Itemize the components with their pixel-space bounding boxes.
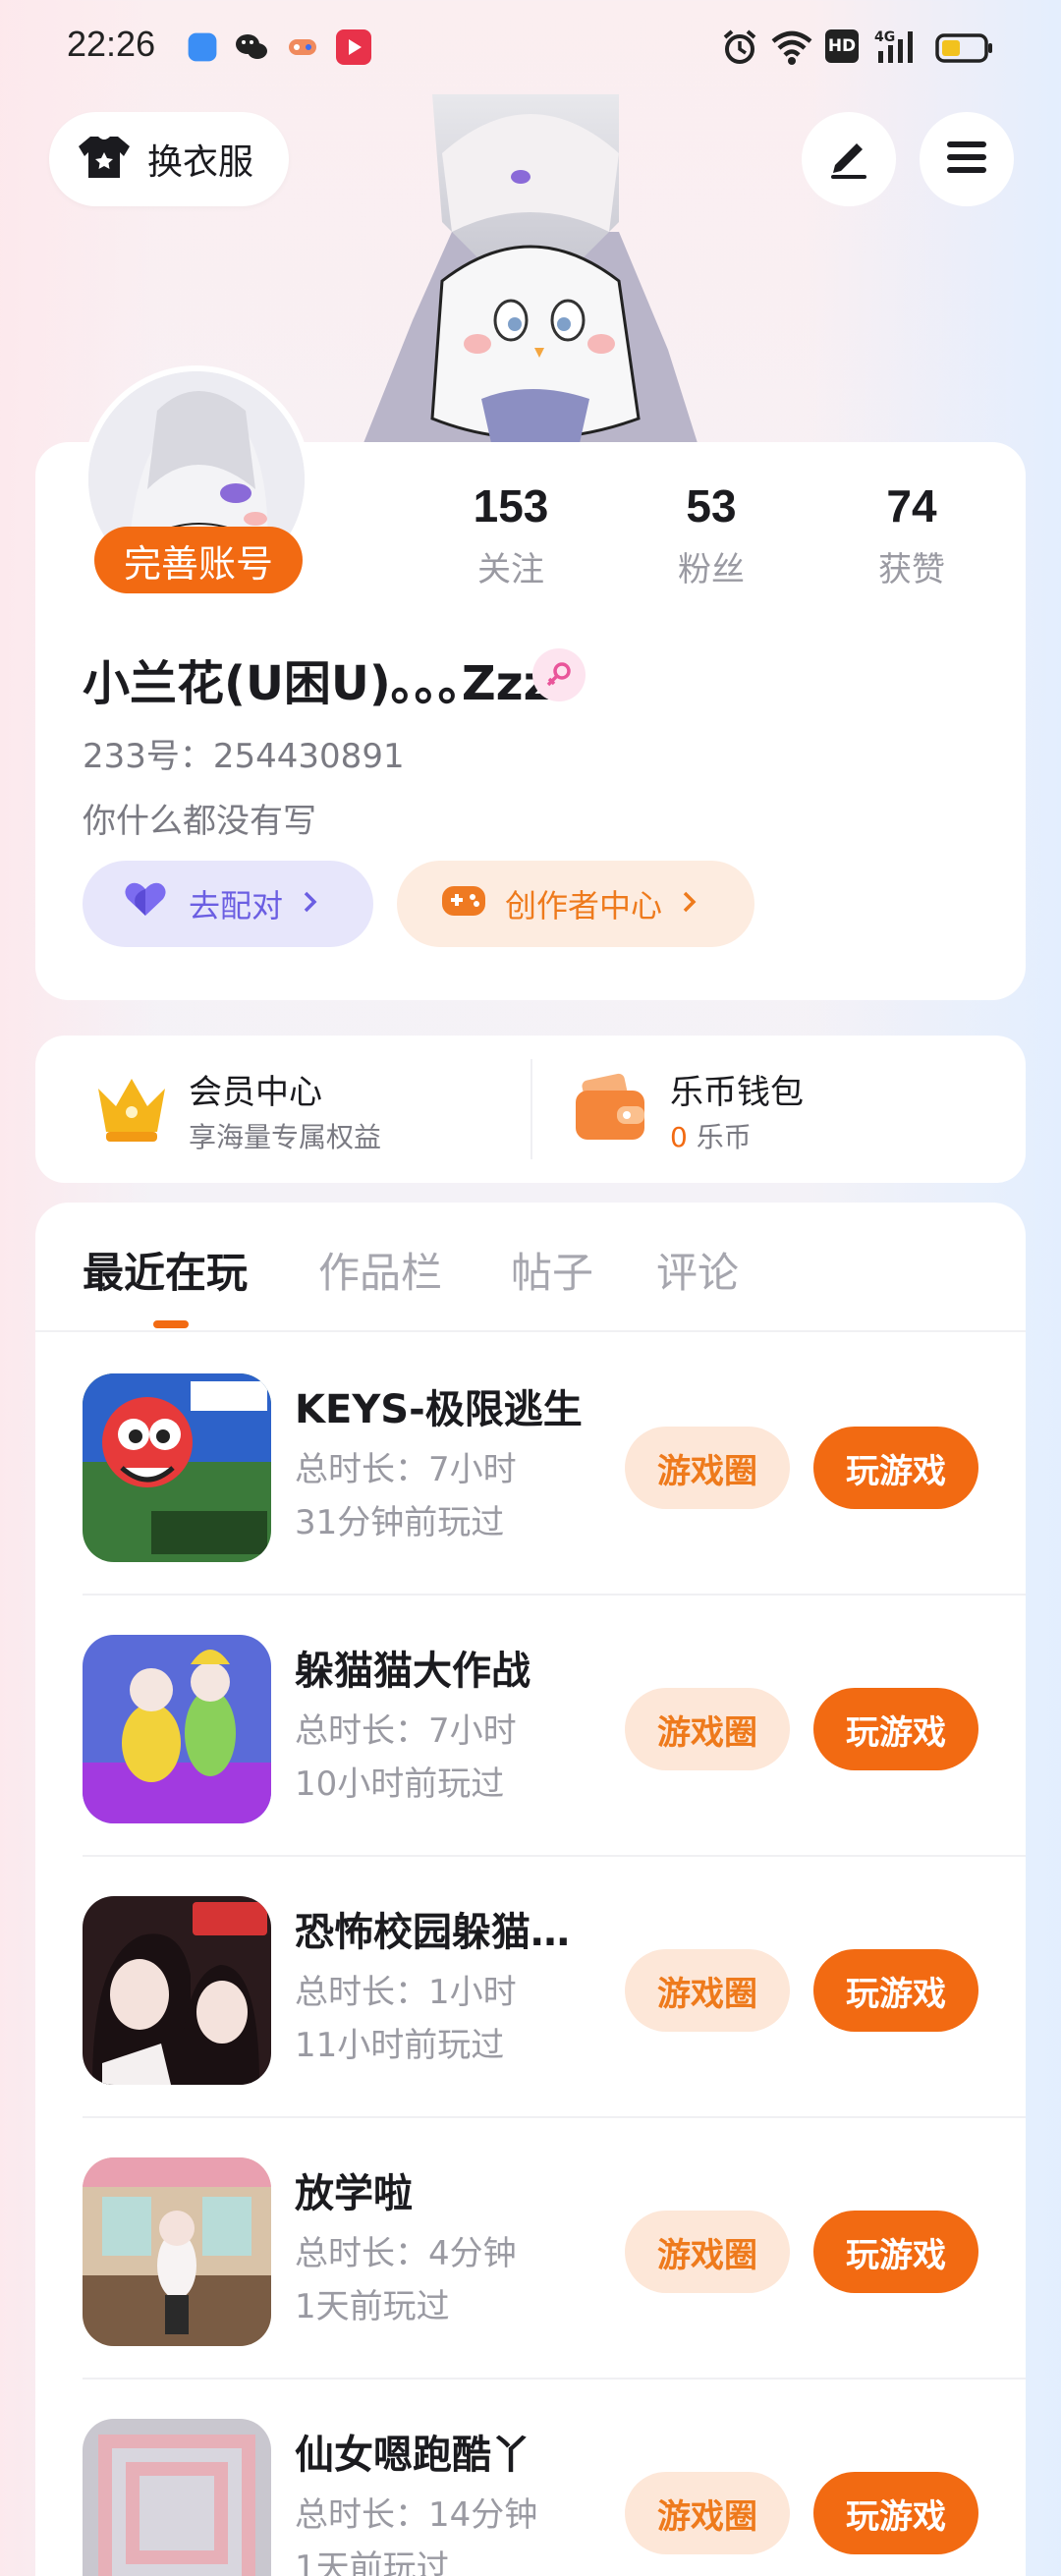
game-row[interactable]: KEYS-极限逃生 总时长：7小时 31分钟前玩过 游戏圈 玩游戏 xyxy=(35,1334,1026,1596)
game-thumbnail[interactable] xyxy=(83,1896,271,2085)
game-title: 放学啦 xyxy=(295,2171,413,2216)
game-last-played: 10小时前玩过 xyxy=(295,1764,505,1804)
game-duration: 总时长：1小时 xyxy=(295,1973,517,2012)
play-game-button[interactable]: 玩游戏 xyxy=(813,1688,978,1770)
gamepad-icon xyxy=(440,880,487,927)
crown-icon xyxy=(92,1071,171,1149)
followers-label: 粉丝 xyxy=(678,550,745,589)
change-outfit-label: 换衣服 xyxy=(147,141,254,182)
game-title: 躲猫猫大作战 xyxy=(295,1649,530,1694)
game-last-played: 11小时前玩过 xyxy=(295,2026,505,2065)
game-duration: 总时长：4分钟 xyxy=(295,2234,517,2273)
stat-following[interactable]: 153 关注 xyxy=(432,479,589,590)
play-game-button[interactable]: 玩游戏 xyxy=(813,2211,978,2293)
shirt-icon xyxy=(77,133,132,186)
game-circle-button[interactable]: 游戏圈 xyxy=(625,1688,790,1770)
signal-icon: 4G xyxy=(872,28,921,67)
creator-center-button[interactable]: 创作者中心 xyxy=(397,861,754,947)
play-game-button[interactable]: 玩游戏 xyxy=(813,1949,978,2032)
tab-works[interactable]: 作品栏 xyxy=(318,1240,442,1300)
active-tab-indicator xyxy=(153,1320,189,1328)
svg-text:4G: 4G xyxy=(874,29,895,45)
game-app-icon xyxy=(285,29,320,65)
wallet-entry[interactable]: 乐币钱包 0 乐币 xyxy=(532,1036,1024,1183)
member-center-title: 会员中心 xyxy=(189,1073,322,1112)
match-button-label: 去配对 xyxy=(189,887,284,924)
following-label: 关注 xyxy=(477,550,544,589)
wallet-icon xyxy=(574,1073,648,1148)
likes-label: 获赞 xyxy=(878,550,945,589)
game-last-played: 31分钟前玩过 xyxy=(295,1503,505,1542)
member-center-entry[interactable]: 会员中心 享海量专属权益 xyxy=(35,1036,527,1183)
status-time: 22:26 xyxy=(67,24,156,64)
wechat-icon xyxy=(234,29,269,65)
game-circle-button[interactable]: 游戏圈 xyxy=(625,2472,790,2554)
game-thumbnail[interactable] xyxy=(83,2157,271,2346)
heart-icon xyxy=(122,880,171,927)
tab-posts[interactable]: 帖子 xyxy=(511,1240,593,1300)
user-id: 233号：254430891 xyxy=(83,737,405,776)
change-outfit-button[interactable]: 换衣服 xyxy=(49,112,289,206)
game-last-played: 1天前玩过 xyxy=(295,2548,450,2576)
game-thumbnail[interactable] xyxy=(83,2419,271,2576)
game-row[interactable]: 恐怖校园躲猫… 总时长：1小时 11小时前玩过 游戏圈 玩游戏 xyxy=(35,1857,1026,2118)
avatar-banner-image[interactable] xyxy=(324,94,737,443)
following-count: 153 xyxy=(473,480,549,532)
game-circle-button[interactable]: 游戏圈 xyxy=(625,1949,790,2032)
complete-account-button[interactable]: 完善账号 xyxy=(94,527,303,593)
member-center-subtitle: 享海量专属权益 xyxy=(189,1121,382,1153)
game-circle-button[interactable]: 游戏圈 xyxy=(625,2211,790,2293)
play-game-button[interactable]: 玩游戏 xyxy=(813,1427,978,1509)
game-row[interactable]: 仙女嗯跑酷丫 总时长：14分钟 1天前玩过 游戏圈 玩游戏 xyxy=(35,2380,1026,2576)
status-bar: 22:26 HD 4G xyxy=(0,0,1061,94)
tab-recently-played[interactable]: 最近在玩 xyxy=(83,1240,248,1300)
alarm-icon xyxy=(721,28,758,67)
menu-button[interactable] xyxy=(920,112,1014,206)
game-last-played: 1天前玩过 xyxy=(295,2287,450,2326)
username: 小兰花(U困U)｡｡｡Zzz xyxy=(83,656,551,711)
stat-followers[interactable]: 53 粉丝 xyxy=(633,479,790,590)
game-title: 恐怖校园躲猫… xyxy=(295,1910,570,1955)
hamburger-menu-icon xyxy=(943,134,990,185)
tabs-divider xyxy=(35,1330,1026,1332)
match-button[interactable]: 去配对 xyxy=(83,861,373,947)
member-wallet-card: 会员中心 享海量专属权益 乐币钱包 0 乐币 xyxy=(35,1036,1026,1183)
play-game-button[interactable]: 玩游戏 xyxy=(813,2472,978,2554)
wallet-title: 乐币钱包 xyxy=(670,1073,804,1112)
wallet-balance: 0 乐币 xyxy=(670,1116,752,1155)
video-app-icon xyxy=(336,29,371,65)
stat-likes[interactable]: 74 获赞 xyxy=(833,479,990,590)
game-duration: 总时长：7小时 xyxy=(295,1711,517,1751)
user-bio: 你什么都没有写 xyxy=(83,802,316,841)
tab-comments[interactable]: 评论 xyxy=(656,1240,739,1300)
game-title: 仙女嗯跑酷丫 xyxy=(295,2433,530,2478)
creator-center-label: 创作者中心 xyxy=(505,887,663,924)
hd-badge: HD xyxy=(825,29,859,63)
chevron-right-icon xyxy=(680,885,699,923)
battery-icon xyxy=(935,28,994,67)
game-circle-button[interactable]: 游戏圈 xyxy=(625,1427,790,1509)
game-thumbnail[interactable] xyxy=(83,1635,271,1823)
game-row[interactable]: 放学啦 总时长：4分钟 1天前玩过 游戏圈 玩游戏 xyxy=(35,2118,1026,2380)
chevron-right-icon xyxy=(301,885,320,923)
wallet-amount: 0 xyxy=(670,1121,688,1153)
game-duration: 总时长：7小时 xyxy=(295,1450,517,1489)
game-row[interactable]: 躲猫猫大作战 总时长：7小时 10小时前玩过 游戏圈 玩游戏 xyxy=(35,1596,1026,1857)
gender-female-icon xyxy=(532,648,586,701)
game-title: KEYS-极限逃生 xyxy=(295,1387,583,1432)
pen-icon xyxy=(825,134,872,185)
likes-count: 74 xyxy=(886,480,937,532)
app-notification-icon xyxy=(188,32,217,62)
game-duration: 总时长：14分钟 xyxy=(295,2495,538,2535)
wifi-icon xyxy=(770,28,813,67)
game-thumbnail[interactable] xyxy=(83,1373,271,1562)
edit-profile-button[interactable] xyxy=(802,112,896,206)
wallet-unit: 乐币 xyxy=(696,1121,752,1153)
followers-count: 53 xyxy=(686,480,737,532)
